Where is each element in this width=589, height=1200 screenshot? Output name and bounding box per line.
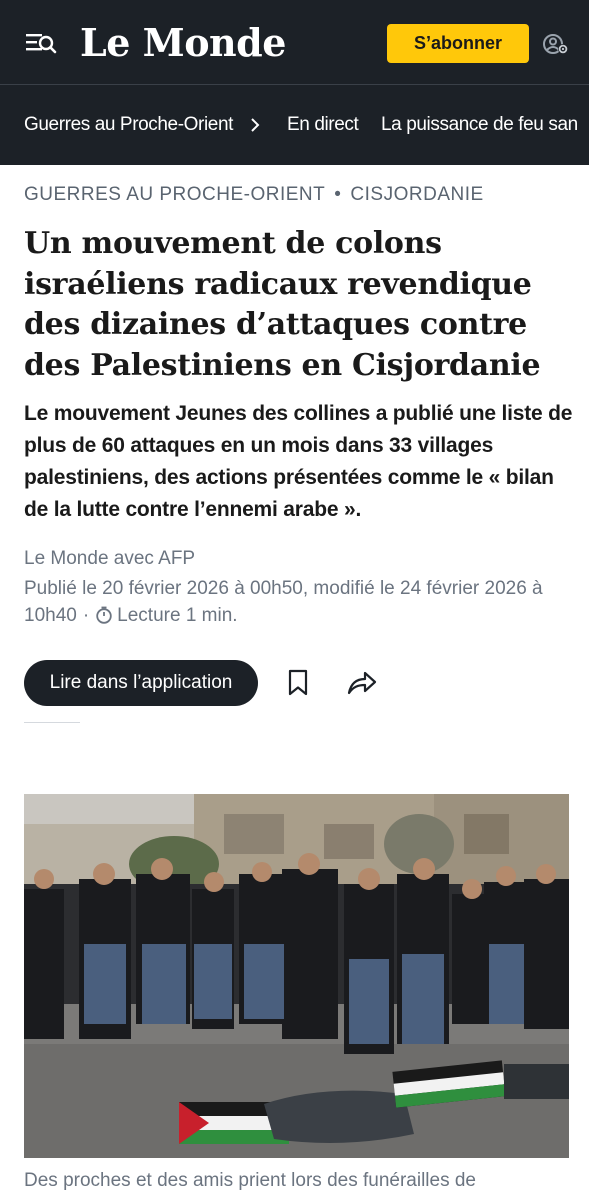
chevron-right-icon (249, 115, 261, 135)
article-photo[interactable] (24, 794, 569, 1158)
section-nav: Guerres au Proche-Orient En direct La pu… (0, 85, 589, 165)
meta-separator: · (82, 604, 90, 626)
kicker-section[interactable]: GUERRES AU PROCHE-ORIENT (24, 184, 325, 205)
menu-search-icon[interactable] (24, 28, 60, 58)
share-icon[interactable] (345, 669, 379, 697)
article-byline: Le Monde avec AFP (24, 548, 196, 569)
article-dates: Publié le 20 février 2026 à 00h50, modif… (24, 576, 544, 629)
article-kicker: GUERRES AU PROCHE-ORIENT • CISJORDANIE (24, 184, 484, 206)
kicker-separator: • (334, 184, 342, 205)
timer-icon (95, 606, 113, 624)
reading-time: Lecture 1 min. (117, 604, 238, 626)
article-standfirst: Le mouvement Jeunes des collines a publi… (24, 402, 573, 521)
account-settings-icon[interactable] (542, 32, 570, 56)
nav-item-en-direct[interactable]: En direct (287, 85, 359, 165)
read-in-app-button[interactable]: Lire dans l’application (24, 660, 258, 706)
kicker-topic[interactable]: CISJORDANIE (350, 184, 483, 205)
nav-item-proche-orient[interactable]: Guerres au Proche-Orient (24, 85, 233, 165)
site-logo[interactable]: Le Monde (80, 18, 286, 68)
bookmark-icon[interactable] (286, 668, 310, 698)
subscribe-button[interactable]: S’abonner (387, 24, 529, 63)
article-headline: Un mouvement de colons israéliens radica… (24, 226, 541, 383)
top-bar: Le Monde S’abonner (0, 0, 589, 84)
photo-caption: Des proches et des amis prient lors des … (24, 1170, 477, 1191)
section-rule (24, 722, 80, 723)
nav-item-puissance-de-feu[interactable]: La puissance de feu san (381, 85, 578, 165)
